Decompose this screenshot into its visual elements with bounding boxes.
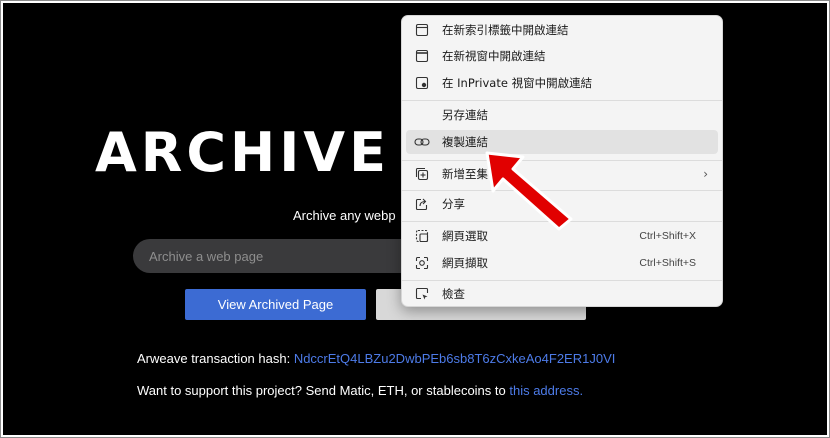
collections-icon (414, 166, 430, 182)
menu-item-save-link[interactable]: 另存連結 (406, 103, 718, 127)
menu-item-label: 網頁選取 (442, 229, 488, 243)
link-icon (414, 134, 430, 150)
menu-item-open-new-tab[interactable]: 在新索引標籤中開啟連結 (406, 18, 718, 42)
hash-label: Arweave transaction hash: (137, 351, 294, 366)
menu-item-open-inprivate[interactable]: 在 InPrivate 視窗中開啟連結 (406, 71, 718, 95)
shortcut-label: Ctrl+Shift+X (639, 230, 696, 242)
menu-item-label: 複製連結 (442, 135, 488, 149)
menu-separator (402, 160, 722, 161)
new-tab-icon (414, 22, 430, 38)
menu-separator (402, 221, 722, 222)
inspect-icon (414, 286, 430, 302)
menu-item-share[interactable]: 分享 (406, 192, 718, 216)
menu-item-label: 檢查 (442, 287, 465, 301)
menu-item-web-capture[interactable]: 網頁擷取 Ctrl+Shift+S (406, 251, 718, 275)
menu-item-web-select[interactable]: 網頁選取 Ctrl+Shift+X (406, 224, 718, 248)
menu-item-label: 分享 (442, 197, 465, 211)
menu-separator (402, 100, 722, 101)
web-select-icon (414, 228, 430, 244)
menu-item-label: 在新索引標籤中開啟連結 (442, 23, 569, 37)
chevron-right-icon: › (703, 167, 708, 181)
menu-item-label: 另存連結 (442, 108, 488, 122)
tagline: Archive any webp (293, 208, 396, 223)
menu-item-add-to-collections[interactable]: 新增至集 › (406, 162, 718, 186)
address-link[interactable]: this address. (509, 383, 583, 398)
menu-item-label: 新增至集 (442, 167, 488, 181)
screenshot-frame: ARCHIVE P Archive any webp View Archived… (0, 0, 830, 438)
web-capture-icon (414, 255, 430, 271)
menu-item-label: 網頁擷取 (442, 256, 488, 270)
menu-item-open-new-window[interactable]: 在新視窗中開啟連結 (406, 44, 718, 68)
view-archived-page-button[interactable]: View Archived Page (185, 289, 366, 320)
menu-item-inspect[interactable]: 檢查 (406, 282, 718, 306)
transaction-hash-link[interactable]: NdccrEtQ4LBZu2DwbPEb6sb8T6zCxkeAo4F2ER1J… (294, 351, 616, 366)
context-menu: 在新索引標籤中開啟連結 在新視窗中開啟連結 在 InPrivate 視窗中開啟連… (401, 15, 723, 307)
menu-separator (402, 190, 722, 191)
support-line: Want to support this project? Send Matic… (137, 383, 583, 398)
transaction-hash-line: Arweave transaction hash: NdccrEtQ4LBZu2… (137, 351, 615, 366)
shortcut-label: Ctrl+Shift+S (639, 257, 696, 269)
menu-separator (402, 280, 722, 281)
menu-item-label: 在 InPrivate 視窗中開啟連結 (442, 76, 593, 90)
share-icon (414, 196, 430, 212)
menu-item-label: 在新視窗中開啟連結 (442, 49, 546, 63)
menu-item-copy-link[interactable]: 複製連結 (406, 130, 718, 154)
support-text: Want to support this project? Send Matic… (137, 383, 510, 398)
new-window-icon (414, 48, 430, 64)
inprivate-icon (414, 75, 430, 91)
